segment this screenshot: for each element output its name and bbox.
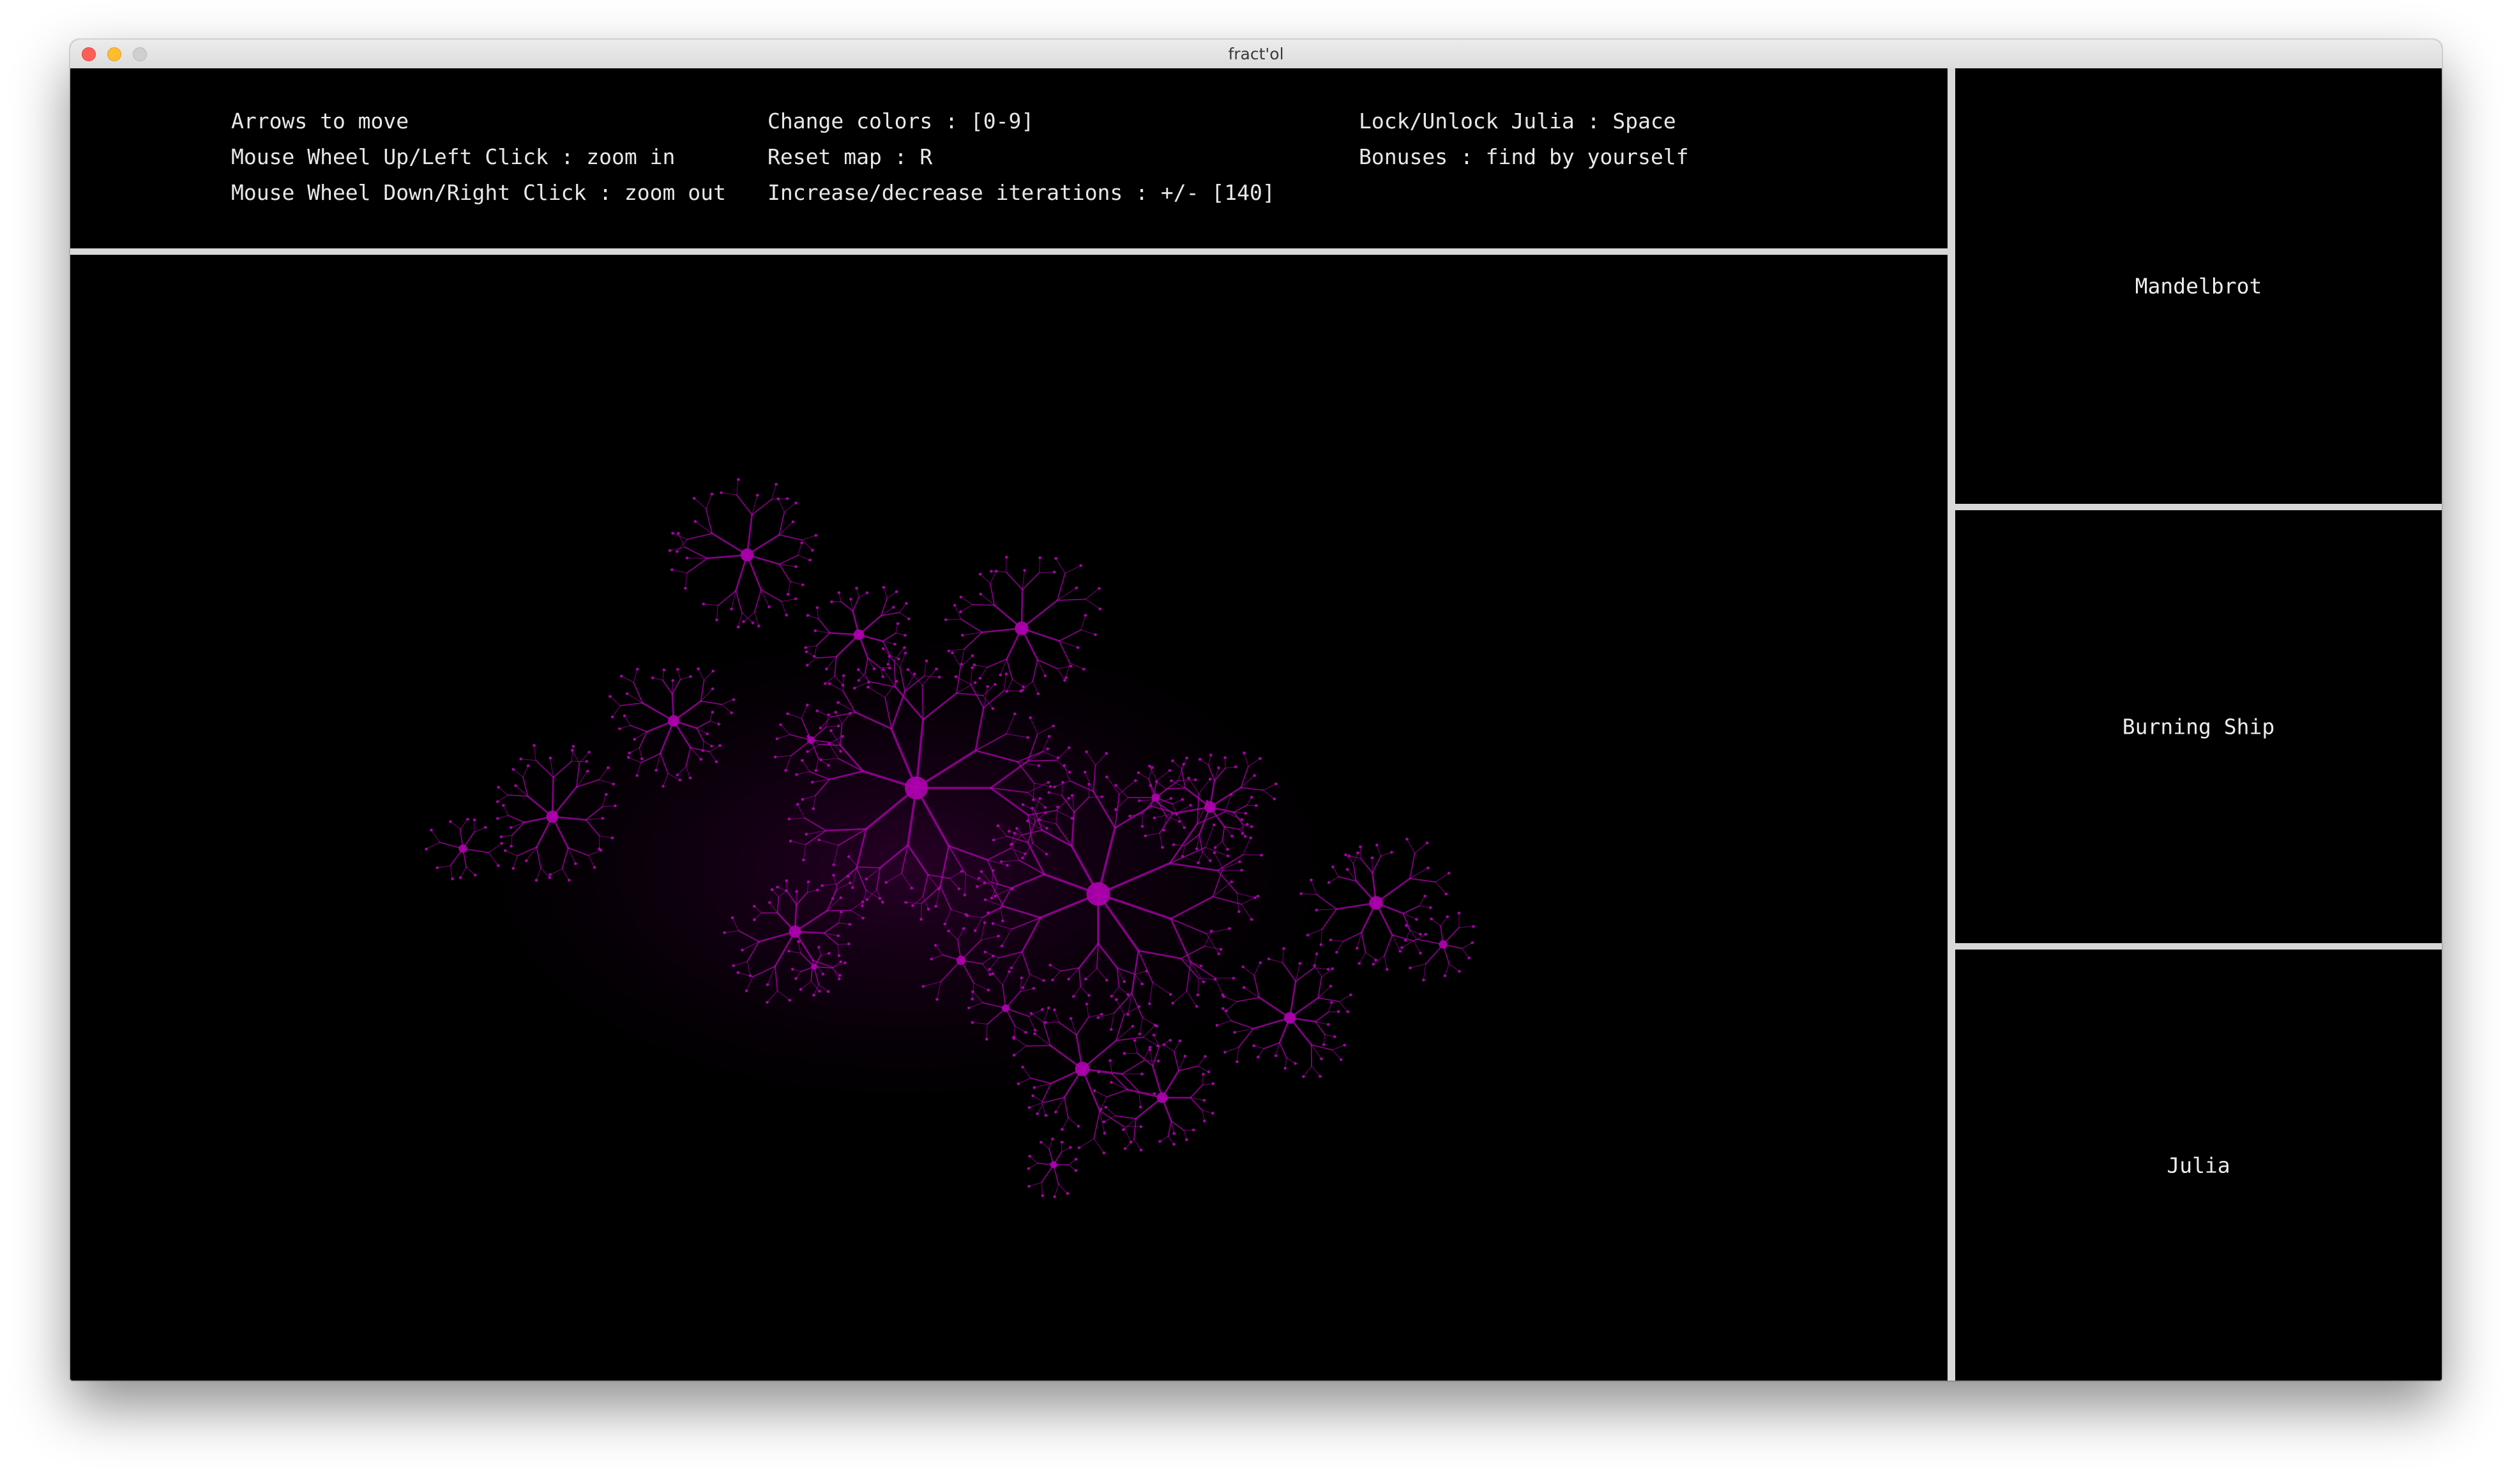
app-content: Arrows to move Mouse Wheel Up/Left Click… xyxy=(70,68,2442,1381)
window-title: fract'ol xyxy=(1228,45,1284,63)
help-line-reset: Reset map : R xyxy=(768,144,933,169)
help-column-display: Change colors : [0-9] Reset map : R Incr… xyxy=(768,103,1275,211)
help-column-navigation: Arrows to move Mouse Wheel Up/Left Click… xyxy=(231,103,726,211)
title-bar[interactable]: fract'ol xyxy=(70,40,2442,69)
fractal-preview-julia[interactable]: Julia xyxy=(1955,950,2442,1381)
help-line-iterations: Increase/decrease iterations : +/- [140] xyxy=(768,180,1275,205)
fractal-label-julia[interactable]: Julia xyxy=(1955,1153,2442,1177)
vertical-divider xyxy=(1948,68,1955,1381)
controls-help-panel: Arrows to move Mouse Wheel Up/Left Click… xyxy=(70,68,1948,255)
app-window: fract'ol Arrows to move Mouse Wheel Up/L… xyxy=(70,40,2442,1381)
sidebar-divider xyxy=(1955,504,2442,510)
help-line-colors: Change colors : [0-9] xyxy=(768,109,1034,133)
fractal-canvas[interactable] xyxy=(70,255,1948,1381)
julia-fractal-render[interactable] xyxy=(70,255,1948,1381)
fractal-preview-mandelbrot[interactable]: Mandelbrot xyxy=(1955,68,2442,504)
help-line-zoom-in: Mouse Wheel Up/Left Click : zoom in xyxy=(231,144,676,169)
help-line-move: Arrows to move xyxy=(231,109,409,133)
help-line-lock-julia: Lock/Unlock Julia : Space xyxy=(1359,109,1676,133)
help-line-bonuses: Bonuses : find by yourself xyxy=(1359,144,1689,169)
fractal-label-burning-ship[interactable]: Burning Ship xyxy=(1955,715,2442,739)
help-column-extra: Lock/Unlock Julia : Space Bonuses : find… xyxy=(1359,103,1689,175)
help-line-zoom-out: Mouse Wheel Down/Right Click : zoom out xyxy=(231,180,726,205)
fractal-label-mandelbrot[interactable]: Mandelbrot xyxy=(1955,274,2442,299)
fractal-preview-burning-ship[interactable]: Burning Ship xyxy=(1955,510,2442,943)
fractal-shape xyxy=(421,478,1475,1199)
sidebar-divider xyxy=(1955,943,2442,950)
